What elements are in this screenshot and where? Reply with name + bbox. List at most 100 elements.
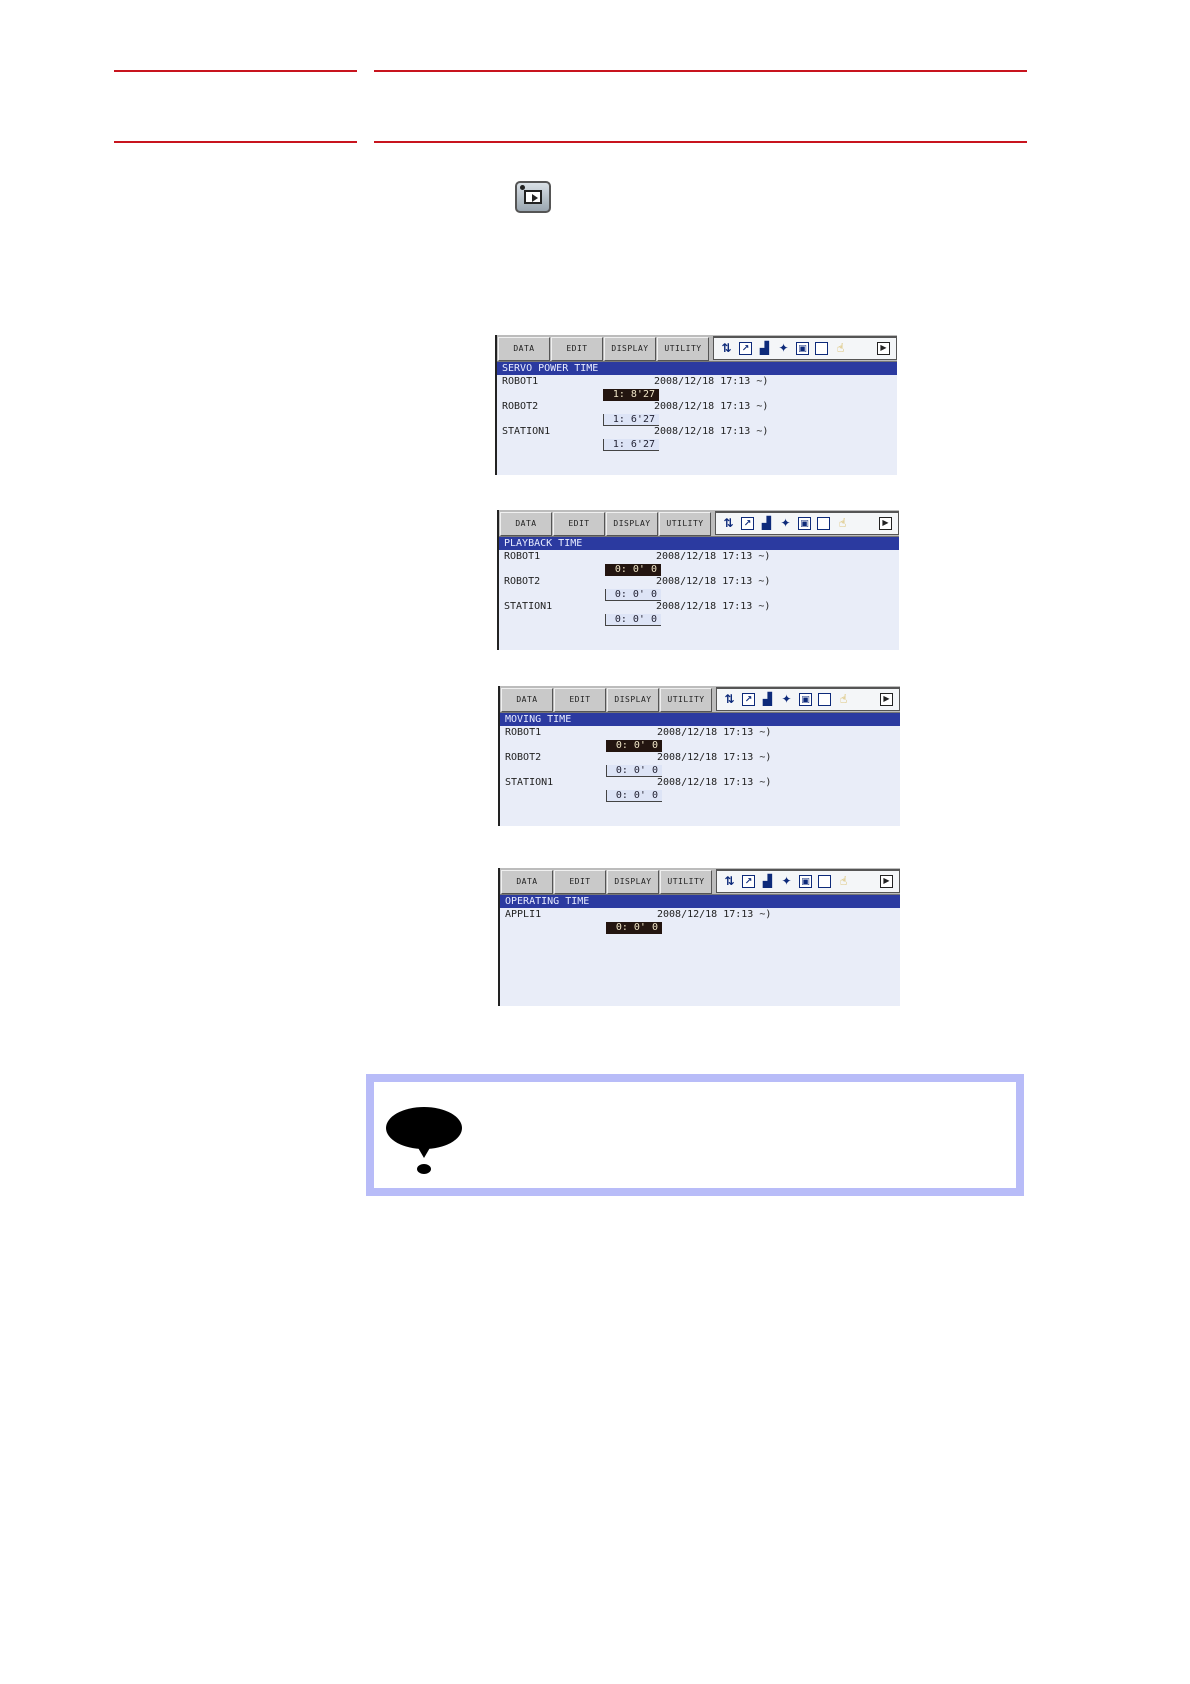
- screen-title: PLAYBACK TIME: [499, 537, 899, 550]
- time-value-field[interactable]: 1: 6'27: [603, 439, 659, 451]
- menu-data-button[interactable]: DATA: [498, 337, 550, 361]
- tool-icon: ↗: [741, 517, 754, 530]
- row-start-datetime: 2008/12/18 17:13 ~): [654, 376, 769, 387]
- coordinate-icon: ⇅: [724, 692, 735, 706]
- menu-edit-button[interactable]: EDIT: [551, 337, 603, 361]
- time-value-field[interactable]: 0: 0' 0: [606, 740, 662, 752]
- row-label: ROBOT2: [502, 401, 539, 412]
- hand-icon: ☝: [839, 874, 848, 888]
- status-icon-tray: ⇅ ↗ ▟ ✦ ▣ ☝ ▶: [716, 687, 900, 711]
- note-box: [366, 1074, 1024, 1196]
- row-start-datetime: 2008/12/18 17:13 ~): [657, 727, 772, 738]
- menu-utility-button[interactable]: UTILITY: [659, 512, 711, 536]
- menu-utility-button[interactable]: UTILITY: [657, 337, 709, 361]
- hand-icon: ☝: [838, 516, 847, 530]
- status-icon-tray: ⇅ ↗ ▟ ✦ ▣ ☝ ▶: [715, 511, 899, 535]
- header-rule-right-bottom: [374, 141, 1027, 143]
- menu-data-button[interactable]: DATA: [501, 870, 553, 894]
- screen-title: OPERATING TIME: [500, 895, 900, 908]
- time-value-field[interactable]: 0: 0' 0: [605, 614, 661, 626]
- row-start-datetime: 2008/12/18 17:13 ~): [657, 752, 772, 763]
- status-icon-tray: ⇅ ↗ ▟ ✦ ▣ ☝ ▶: [713, 336, 897, 360]
- security-icon: ▣: [796, 342, 809, 355]
- row-start-datetime: 2008/12/18 17:13 ~): [656, 551, 771, 562]
- menu-display-button[interactable]: DISPLAY: [607, 688, 659, 712]
- menu-bar: DATA EDIT DISPLAY UTILITY ⇅ ↗ ▟ ✦ ▣ ☝ ▶: [499, 510, 899, 537]
- menu-edit-button[interactable]: EDIT: [554, 688, 606, 712]
- next-page-icon[interactable]: ▶: [877, 342, 890, 355]
- page-icon: [818, 875, 831, 888]
- signal-icon: ▟: [762, 692, 773, 706]
- hand-icon: ☝: [839, 692, 848, 706]
- time-value-field[interactable]: 0: 0' 0: [606, 790, 662, 802]
- menu-edit-button[interactable]: EDIT: [553, 512, 605, 536]
- tool-icon: ↗: [742, 875, 755, 888]
- row-label: APPLI1: [505, 909, 542, 920]
- page-icon: [815, 342, 828, 355]
- pendant-screen: DATA EDIT DISPLAY UTILITY ⇅ ↗ ▟ ✦ ▣ ☝ ▶ PLAYBACK TI…: [497, 510, 899, 650]
- security-icon: ▣: [799, 875, 812, 888]
- menu-display-button[interactable]: DISPLAY: [606, 512, 658, 536]
- pendant-screen: DATA EDIT DISPLAY UTILITY ⇅ ↗ ▟ ✦ ▣ ☝ ▶ SERVO POWER…: [495, 335, 897, 475]
- motion-icon: ✦: [781, 874, 792, 888]
- menu-display-button[interactable]: DISPLAY: [604, 337, 656, 361]
- security-icon: ▣: [799, 693, 812, 706]
- header-rule-left-bottom: [114, 141, 357, 143]
- playback-mode-key-icon: [515, 181, 551, 213]
- signal-icon: ▟: [759, 341, 770, 355]
- hand-icon: ☝: [836, 341, 845, 355]
- row-start-datetime: 2008/12/18 17:13 ~): [657, 777, 772, 788]
- header-rule-left-top: [114, 70, 357, 72]
- signal-icon: ▟: [761, 516, 772, 530]
- row-label: STATION1: [504, 601, 553, 612]
- next-page-icon[interactable]: ▶: [879, 517, 892, 530]
- page-icon: [818, 693, 831, 706]
- security-icon: ▣: [798, 517, 811, 530]
- status-icon-tray: ⇅ ↗ ▟ ✦ ▣ ☝ ▶: [716, 869, 900, 893]
- row-label: STATION1: [502, 426, 551, 437]
- row-start-datetime: 2008/12/18 17:13 ~): [654, 401, 769, 412]
- coordinate-icon: ⇅: [724, 874, 735, 888]
- row-start-datetime: 2008/12/18 17:13 ~): [656, 576, 771, 587]
- page-icon: [817, 517, 830, 530]
- coordinate-icon: ⇅: [723, 516, 734, 530]
- row-label: ROBOT1: [505, 727, 542, 738]
- time-value-field[interactable]: 0: 0' 0: [606, 765, 662, 777]
- menu-data-button[interactable]: DATA: [500, 512, 552, 536]
- time-value-field[interactable]: 0: 0' 0: [606, 922, 662, 934]
- menu-bar: DATA EDIT DISPLAY UTILITY ⇅ ↗ ▟ ✦ ▣ ☝ ▶: [497, 335, 897, 362]
- row-start-datetime: 2008/12/18 17:13 ~): [656, 601, 771, 612]
- motion-icon: ✦: [781, 692, 792, 706]
- row-label: ROBOT2: [505, 752, 542, 763]
- menu-utility-button[interactable]: UTILITY: [660, 688, 712, 712]
- row-label: ROBOT2: [504, 576, 541, 587]
- time-value-field[interactable]: 1: 6'27: [603, 414, 659, 426]
- screen-title: SERVO POWER TIME: [497, 362, 897, 375]
- row-start-datetime: 2008/12/18 17:13 ~): [654, 426, 769, 437]
- next-page-icon[interactable]: ▶: [880, 693, 893, 706]
- menu-edit-button[interactable]: EDIT: [554, 870, 606, 894]
- time-value-field[interactable]: 0: 0' 0: [605, 589, 661, 601]
- screen-title: MOVING TIME: [500, 713, 900, 726]
- row-start-datetime: 2008/12/18 17:13 ~): [657, 909, 772, 920]
- header-rule-right-top: [374, 70, 1027, 72]
- row-label: ROBOT1: [504, 551, 541, 562]
- menu-data-button[interactable]: DATA: [501, 688, 553, 712]
- coordinate-icon: ⇅: [721, 341, 732, 355]
- tool-icon: ↗: [739, 342, 752, 355]
- pendant-screen: DATA EDIT DISPLAY UTILITY ⇅ ↗ ▟ ✦ ▣ ☝ ▶ MOVING TIME…: [498, 686, 900, 826]
- menu-bar: DATA EDIT DISPLAY UTILITY ⇅ ↗ ▟ ✦ ▣ ☝ ▶: [500, 686, 900, 713]
- caution-icon: [386, 1107, 462, 1149]
- row-label: STATION1: [505, 777, 554, 788]
- menu-bar: DATA EDIT DISPLAY UTILITY ⇅ ↗ ▟ ✦ ▣ ☝ ▶: [500, 868, 900, 895]
- menu-display-button[interactable]: DISPLAY: [607, 870, 659, 894]
- menu-utility-button[interactable]: UTILITY: [660, 870, 712, 894]
- time-value-field[interactable]: 0: 0' 0: [605, 564, 661, 576]
- pendant-screen: DATA EDIT DISPLAY UTILITY ⇅ ↗ ▟ ✦ ▣ ☝ ▶ OPERATING T…: [498, 868, 900, 1006]
- motion-icon: ✦: [778, 341, 789, 355]
- signal-icon: ▟: [762, 874, 773, 888]
- next-page-icon[interactable]: ▶: [880, 875, 893, 888]
- row-label: ROBOT1: [502, 376, 539, 387]
- time-value-field[interactable]: 1: 8'27: [603, 389, 659, 401]
- motion-icon: ✦: [780, 516, 791, 530]
